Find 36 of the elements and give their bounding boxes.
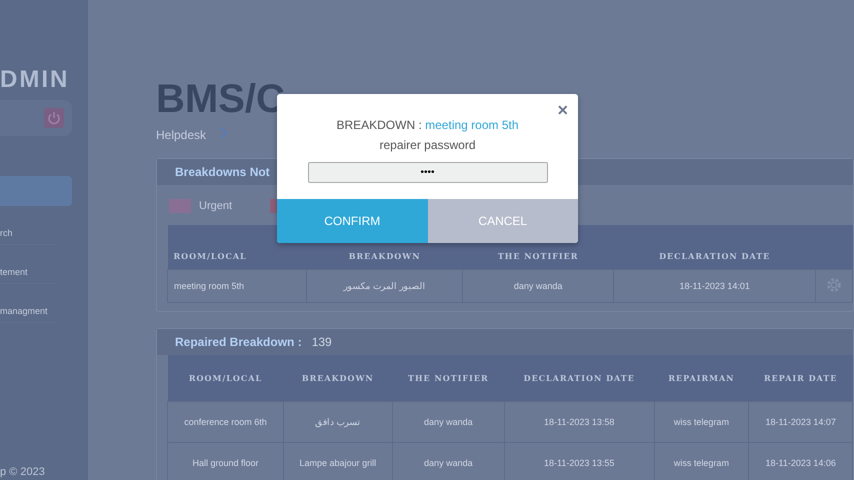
table-cell: 18-11-2023 14:01 xyxy=(614,270,816,302)
breadcrumb-link[interactable]: Helpdesk xyxy=(156,128,206,142)
cancel-button[interactable]: CANCEL xyxy=(428,199,578,243)
nav-item[interactable]: tement xyxy=(0,245,56,284)
column-header: DECLARATION DATE xyxy=(614,225,816,270)
count-label: 139 xyxy=(312,335,332,349)
active-menu-item[interactable] xyxy=(0,176,72,206)
column-header: THE NOTIFIER xyxy=(392,355,504,402)
table-cell: meeting room 5th xyxy=(168,270,307,302)
column-header: DECLARATION DATE xyxy=(504,355,654,402)
close-button[interactable]: × xyxy=(557,101,568,119)
nav-item[interactable]: managment xyxy=(0,284,56,323)
table-cell: 18-11-2023 14:07 xyxy=(748,402,852,442)
column-header: REPAIRMAN xyxy=(654,355,749,402)
table-cell: 18-11-2023 13:58 xyxy=(504,402,654,442)
table-cell: dany wanda xyxy=(462,270,614,302)
table-cell: الصبور المرت مكسور xyxy=(306,270,462,302)
dialog-prompt: repairer password xyxy=(379,138,476,152)
table-cell: wiss telegram xyxy=(654,402,749,442)
table-cell: dany wanda xyxy=(392,402,504,442)
column-header: BREAKDOWN xyxy=(283,355,392,402)
dialog-heading: BREAKDOWN : meeting room 5th xyxy=(336,118,519,132)
panel-title: Breakdowns Not xyxy=(175,165,270,179)
password-field[interactable]: •••• xyxy=(308,162,548,183)
column-header: ROOM/LOCAL xyxy=(168,355,284,402)
column-header: REPAIR DATE xyxy=(748,355,852,402)
panel-title: Repaired Breakdown : xyxy=(175,335,302,349)
nav-item[interactable]: rch xyxy=(0,206,56,245)
power-icon[interactable] xyxy=(44,108,64,128)
copyright-text: p © 2023 xyxy=(0,466,46,480)
role-title: DMIN xyxy=(0,66,70,94)
table-cell: Hall ground floor xyxy=(168,442,284,480)
confirm-button[interactable]: CONFIRM xyxy=(277,199,428,243)
table-cell: conference room 6th xyxy=(168,402,284,442)
table-cell: تسرب دافق xyxy=(283,402,392,442)
legend-label: Urgent xyxy=(199,200,232,212)
